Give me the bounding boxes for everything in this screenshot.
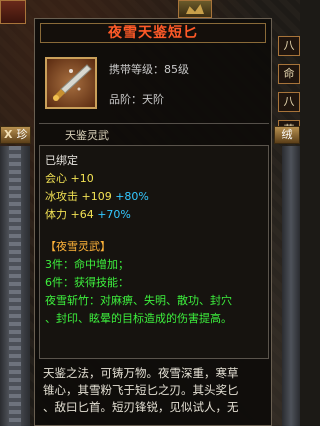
left-chain-frame [0, 146, 30, 426]
set-bonus-6: 6件：获得技能： [45, 276, 129, 289]
section-title: 天鉴灵武 [65, 129, 109, 142]
set-bonus-3: 3件：命中增加； [45, 258, 129, 271]
sidebar-item-3[interactable]: 八 [278, 92, 300, 112]
inventory-slot-crown-icon[interactable] [178, 0, 212, 18]
stat-row-crit: 会心 +10 [45, 170, 94, 186]
stat-value: +10 [70, 172, 94, 185]
tab-treasure-label: 珍 [16, 128, 28, 141]
stat-value: +109 [81, 190, 112, 203]
description-line-2: 锥心，其雪粉飞于短匕之刃。其头奖匕 [43, 383, 239, 397]
set-name: 【夜雪灵武】 [45, 240, 111, 253]
sidebar-item-2[interactable]: 命 [278, 64, 300, 84]
set-skill-line-2: 、封印、眩晕的目标造成的伤害提高。 [45, 312, 232, 325]
description-line-1: 天鉴之法，可铸万物。夜雪深重，寒草 [43, 366, 239, 380]
close-icon[interactable]: X [4, 127, 12, 143]
attributes-panel: 已绑定 会心 +10 冰攻击 +109 +80% 体力 +64 +70% 【夜雪… [39, 145, 269, 359]
tab-right[interactable]: 绒 [274, 126, 300, 144]
set-skill-line-1: 夜雪斩竹：对麻痹、失明、散功、封穴 [45, 294, 232, 307]
level-requirement: 携带等级：85级 [109, 63, 189, 76]
sidebar-item-1[interactable]: 八 [278, 36, 300, 56]
item-description: 天鉴之法，可铸万物。夜雪深重，寒草 锥心，其雪粉飞于短匕之刃。其头奖匕 、敌曰匕… [39, 361, 269, 425]
right-chain-frame [282, 146, 300, 426]
description-line-3: 、敌曰匕首。短刃锋锐，见似试人，无 [43, 400, 239, 414]
stat-name: 会心 [45, 172, 67, 185]
tab-treasure[interactable]: X 珍 [0, 126, 32, 144]
stat-row-stamina: 体力 +64 +70% [45, 206, 131, 222]
inventory-slot-top-left[interactable] [0, 0, 26, 24]
item-grade: 品阶：天阶 [109, 93, 164, 106]
item-tooltip: 夜雪天鉴短匕 携带等级：85级 品阶：天阶 天鉴灵武 已绑定 会心 +10 冰攻… [34, 18, 272, 426]
bound-status: 已绑定 [45, 154, 78, 167]
stat-bonus: +80% [115, 190, 149, 203]
divider [39, 123, 269, 124]
stat-value: +64 [70, 208, 94, 221]
stat-bonus: +70% [97, 208, 131, 221]
stat-name: 体力 [45, 208, 67, 221]
item-title: 夜雪天鉴短匕 [40, 23, 266, 43]
dagger-icon [45, 57, 97, 109]
stat-row-ice-attack: 冰攻击 +109 +80% [45, 188, 149, 204]
stat-name: 冰攻击 [45, 190, 78, 203]
